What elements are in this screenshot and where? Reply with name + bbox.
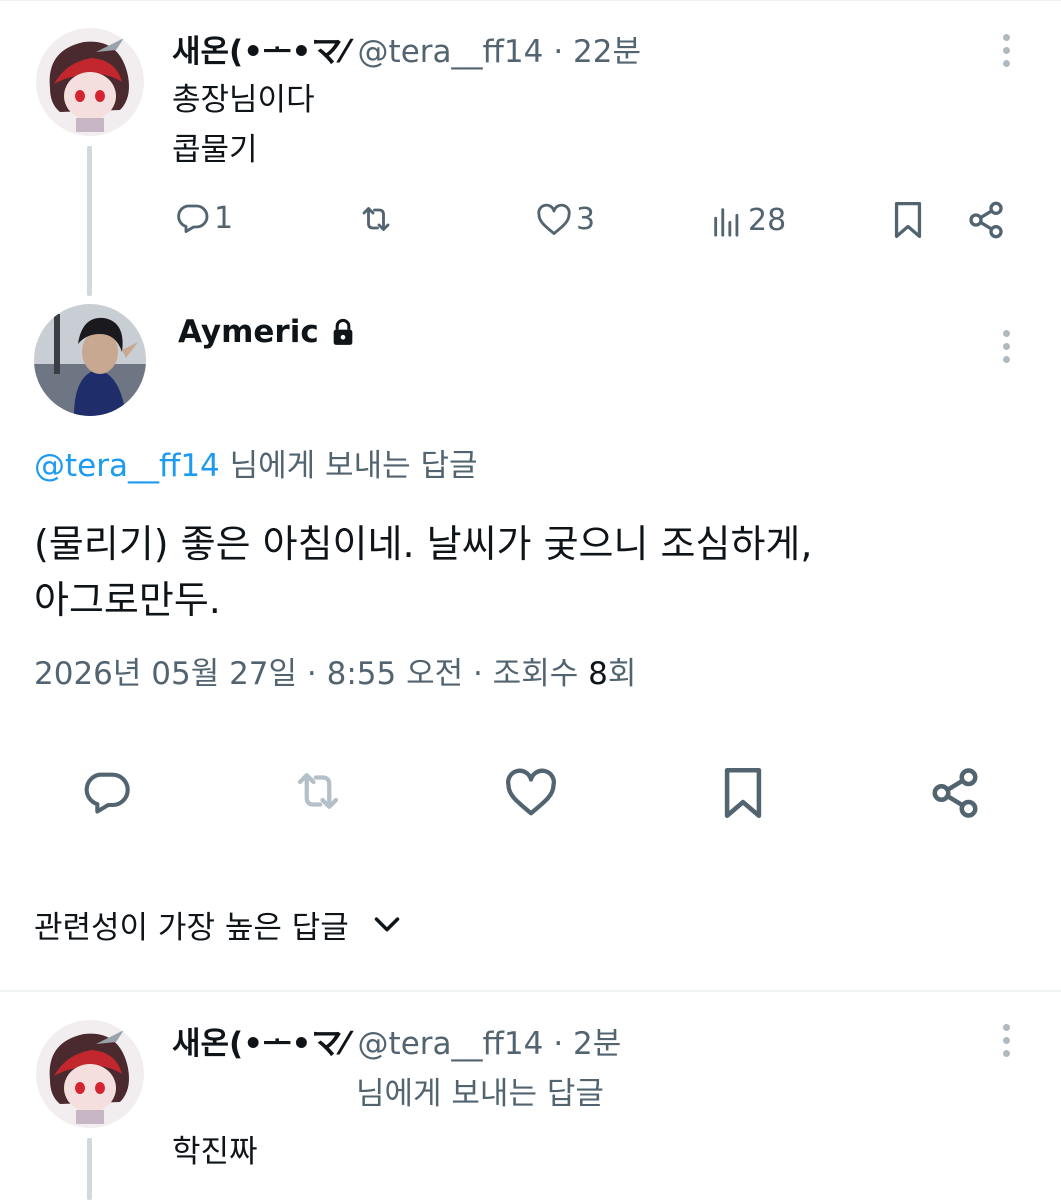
focus-views-suffix: 회 — [607, 656, 637, 692]
share-icon — [969, 201, 1003, 239]
parent-retweet-button[interactable] — [356, 201, 396, 237]
focus-views-count: 8 — [588, 656, 608, 692]
parent-like-count: 3 — [576, 202, 596, 237]
parent-reply-count: 1 — [214, 200, 234, 236]
focus-text-line-2: 아그로만두. — [34, 578, 221, 622]
reply-icon — [84, 772, 130, 814]
parent-text-line-2: 콥물기 — [172, 132, 258, 168]
heart-icon — [537, 203, 571, 235]
retweet-icon — [362, 207, 390, 231]
reply-thread-line — [87, 1138, 92, 1200]
parent-view-count: 28 — [748, 203, 787, 238]
retweet-icon — [297, 773, 339, 809]
focus-avatar[interactable] — [34, 304, 146, 416]
focus-more-icon[interactable] — [1000, 330, 1012, 363]
reply-sort-selector[interactable]: 관련성이 가장 높은 답글 — [34, 902, 401, 947]
chevron-down-icon — [374, 916, 400, 931]
parent-text-line-1: 총장님이다 — [172, 82, 315, 118]
sort-label: 관련성이 가장 높은 답글 — [34, 910, 349, 946]
parent-handle[interactable]: @tera__ff14 — [358, 34, 544, 70]
bookmark-icon — [724, 768, 762, 818]
focus-display-name[interactable]: Aymeric — [178, 314, 319, 350]
focus-reply-button[interactable] — [80, 766, 132, 818]
reply-to-line: @tera__ff14 님에게 보내는 답글 — [34, 440, 478, 492]
parent-more-icon[interactable] — [1000, 34, 1012, 67]
views-icon — [714, 207, 739, 237]
thread-line — [87, 146, 92, 296]
lock-icon — [333, 318, 353, 345]
focus-text-line-1: (물리기) 좋은 아침이네. 날씨가 궂으니 조심하게, — [34, 522, 813, 566]
parent-share-button[interactable] — [966, 200, 1006, 240]
reply-more-icon[interactable] — [1000, 1024, 1012, 1057]
reply-to-suffix: 님에게 보내는 답글 — [229, 448, 478, 484]
focus-share-button[interactable] — [928, 766, 982, 820]
reply-handle[interactable]: @tera__ff14 — [358, 1026, 544, 1062]
reply-time[interactable]: · 2분 — [553, 1018, 621, 1063]
focus-date[interactable]: 2026년 05월 27일 · 8:55 오전 · 조회수 — [34, 656, 588, 692]
parent-bookmark-button[interactable] — [890, 200, 926, 240]
parent-views-button[interactable]: 28 — [710, 203, 786, 238]
reply-display-name[interactable]: 새온(•ᅩ•マ⁄ — [172, 1018, 348, 1063]
top-divider — [0, 0, 1061, 1]
focus-retweet-button[interactable] — [288, 764, 348, 818]
focus-like-button[interactable] — [504, 768, 558, 818]
parent-avatar[interactable] — [36, 28, 144, 136]
bookmark-icon — [894, 202, 922, 238]
reply-icon — [177, 204, 209, 233]
parent-like-button[interactable]: 3 — [536, 202, 595, 237]
section-divider — [0, 990, 1061, 992]
parent-time[interactable]: · 22분 — [553, 26, 641, 71]
parent-display-name[interactable]: 새온(•ᅩ•マ⁄ — [172, 26, 348, 71]
reply-to-line-2: 님에게 보내는 답글 — [356, 1076, 604, 1112]
heart-icon — [506, 768, 556, 816]
focus-metadata: 2026년 05월 27일 · 8:55 오전 · 조회수 8회 — [34, 648, 636, 693]
reply-text: 학진짜 — [172, 1134, 258, 1170]
reply-avatar[interactable] — [36, 1020, 144, 1128]
share-icon — [932, 768, 978, 818]
parent-reply-button[interactable]: 1 — [174, 200, 233, 236]
focus-bookmark-button[interactable] — [718, 764, 768, 822]
reply-to-handle[interactable]: @tera__ff14 — [34, 448, 220, 484]
